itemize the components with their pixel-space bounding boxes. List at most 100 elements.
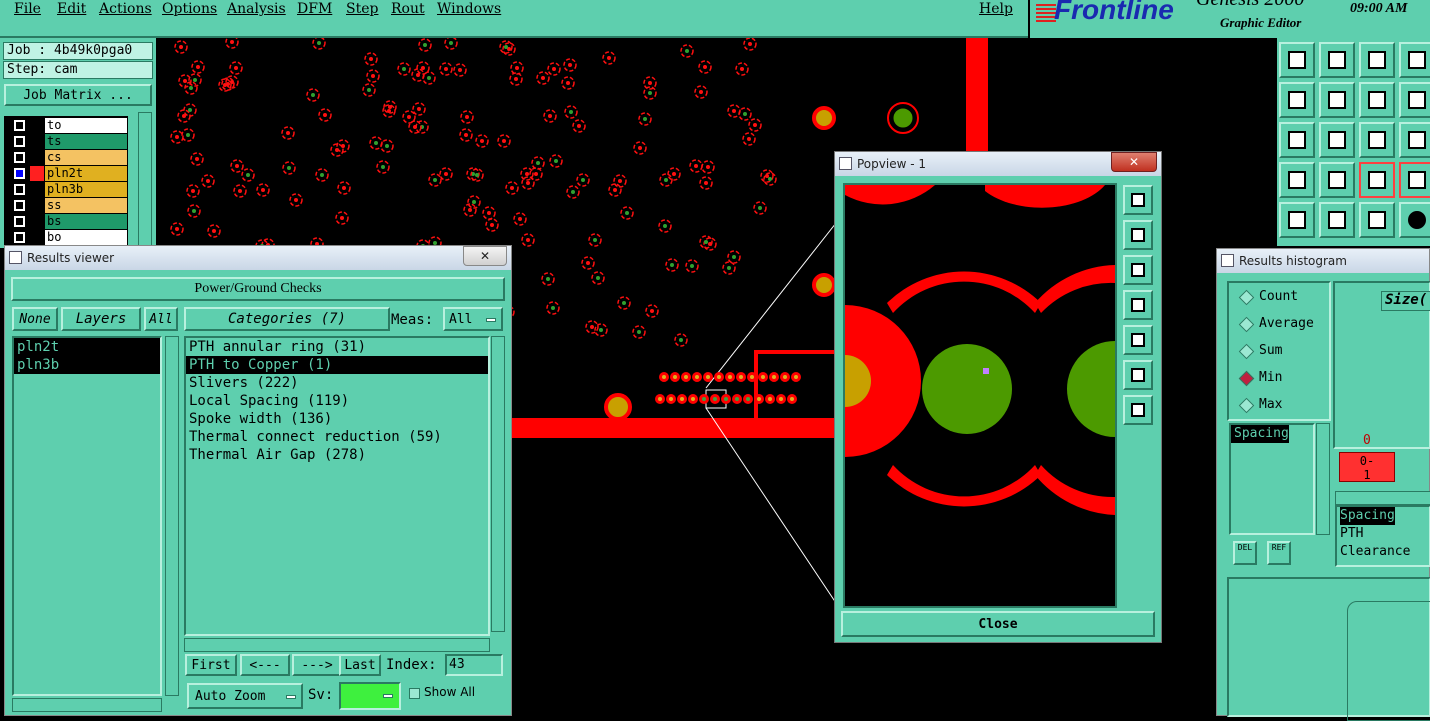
menu-file[interactable]: File [14, 1, 41, 17]
category-item[interactable]: Slivers (222) [186, 374, 488, 392]
pan-down-icon[interactable] [1123, 255, 1153, 285]
index-input[interactable]: 43 [445, 654, 503, 676]
layer-row[interactable]: to [12, 118, 127, 133]
category-item[interactable]: PTH annular ring (31) [186, 338, 488, 356]
ref-button[interactable]: REF [1267, 541, 1291, 565]
move-right-icon[interactable] [1319, 82, 1355, 118]
layer-row[interactable]: cs [12, 150, 127, 165]
popview-canvas[interactable] [843, 183, 1117, 608]
select-icon[interactable] [1319, 202, 1355, 238]
layer-checkbox[interactable] [14, 200, 25, 211]
ruler-icon[interactable] [1359, 202, 1395, 238]
layers-all-button[interactable]: All [144, 307, 178, 331]
menu-rout[interactable]: Rout [391, 1, 425, 17]
layer-row[interactable]: pln2t [12, 166, 127, 181]
categories-button[interactable]: Categories (7) [184, 307, 390, 331]
category-item[interactable]: PTH to Copper (1) [186, 356, 488, 374]
layer-row[interactable]: bo [12, 230, 127, 245]
layer-checkbox[interactable] [14, 232, 25, 243]
layer-row[interactable]: pln3b [12, 182, 127, 197]
popview-close-x[interactable]: ✕ [1111, 152, 1157, 172]
menu-analysis[interactable]: Analysis [227, 1, 286, 17]
help-icon[interactable] [1399, 122, 1430, 158]
home-icon[interactable] [1359, 42, 1395, 78]
layer-checkbox[interactable] [14, 136, 25, 147]
histogram-bin[interactable]: 0- 1 [1339, 452, 1395, 482]
check-name-header[interactable]: Power/Ground Checks [11, 277, 505, 301]
zoom-home-icon[interactable] [1123, 360, 1153, 390]
menu-help[interactable]: Help [979, 1, 1013, 17]
layer-list-scrollbar[interactable] [138, 112, 152, 248]
layer-checkbox[interactable] [14, 152, 25, 163]
scale-icon[interactable] [1359, 122, 1395, 158]
layer-checkbox[interactable] [14, 120, 25, 131]
prev-button[interactable]: <--- [240, 654, 290, 676]
layers-listbox-scrollbar[interactable] [165, 336, 179, 696]
category-item[interactable]: Local Spacing (119) [186, 392, 488, 410]
meas-dropdown[interactable]: All [443, 307, 503, 331]
category-item[interactable]: Thermal connect reduction (59) [186, 428, 488, 446]
histogram-list-item[interactable]: Spacing [1231, 425, 1289, 443]
rotate-icon[interactable] [1399, 82, 1430, 118]
layers-none-button[interactable]: None [12, 307, 58, 331]
popview-window: Popview - 1 ✕ Close [834, 151, 1162, 643]
menu-edit[interactable]: Edit [57, 1, 86, 17]
grid-icon[interactable] [1399, 42, 1430, 78]
zoom-fit-icon[interactable] [1279, 122, 1315, 158]
pan-up-icon[interactable] [1123, 220, 1153, 250]
pin-icon[interactable] [1319, 162, 1355, 198]
drc-icon[interactable] [1359, 162, 1395, 198]
histogram-list[interactable]: Spacing [1229, 423, 1315, 535]
next-button[interactable]: ---> [292, 654, 342, 676]
layers-listbox-hscroll[interactable] [12, 698, 162, 712]
show-all-checkbox[interactable] [409, 688, 420, 699]
sv-color-dropdown[interactable] [339, 682, 401, 710]
layer-checkbox[interactable] [14, 184, 25, 195]
move-down-icon[interactable] [1319, 42, 1355, 78]
del-button[interactable]: DEL [1233, 541, 1257, 565]
categories-listbox[interactable]: PTH annular ring (31) PTH to Copper (1) Sl… [184, 336, 490, 636]
zoom-in-icon[interactable] [1123, 185, 1153, 215]
move-up-icon[interactable] [1279, 42, 1315, 78]
pan-left-icon[interactable] [1123, 290, 1153, 320]
layer-checkbox[interactable] [14, 216, 25, 227]
layer-checkbox[interactable] [14, 168, 25, 179]
zoom-out-icon[interactable] [1123, 395, 1153, 425]
layer-row[interactable]: bs [12, 214, 127, 229]
histogram-plot: Size( [1333, 281, 1430, 449]
pan-right-icon[interactable] [1123, 325, 1153, 355]
dot-icon[interactable] [1399, 202, 1430, 238]
first-button[interactable]: First [185, 654, 237, 676]
histogram-list-scrollbar[interactable] [1316, 423, 1330, 535]
job-label: Job : 4b49k0pga0 [3, 42, 153, 60]
menu-step[interactable]: Step [346, 1, 378, 17]
layers-button[interactable]: Layers [61, 307, 141, 331]
drc2-icon[interactable] [1399, 162, 1430, 198]
move-left-icon[interactable] [1279, 82, 1315, 118]
categories-scrollbar[interactable] [491, 336, 505, 632]
categories-hscroll[interactable] [184, 638, 490, 652]
histogram-titlebar[interactable]: Results histogram [1217, 249, 1429, 273]
layer-row[interactable]: ss [12, 198, 127, 213]
job-matrix-button[interactable]: Job Matrix ... [4, 84, 152, 106]
results-viewer-titlebar[interactable]: Results viewer [5, 246, 511, 270]
popview-close-button[interactable]: Close [841, 611, 1155, 637]
layer-row[interactable]: ts [12, 134, 127, 149]
menu-windows[interactable]: Windows [437, 1, 501, 17]
auto-zoom-dropdown[interactable]: Auto Zoom [187, 683, 303, 709]
pad-icon[interactable] [1279, 202, 1315, 238]
category-item[interactable]: Thermal Air Gap (278) [186, 446, 488, 464]
mirror-icon[interactable] [1359, 82, 1395, 118]
menu-options[interactable]: Options [162, 1, 217, 17]
snap-icon[interactable] [1279, 162, 1315, 198]
layers-list-item[interactable]: pln2t [14, 338, 160, 356]
menu-dfm[interactable]: DFM [297, 1, 332, 17]
results-viewer-close-button[interactable]: ✕ [463, 246, 507, 266]
center-icon[interactable] [1319, 122, 1355, 158]
category-item[interactable]: Spoke width (136) [186, 410, 488, 428]
layers-listbox[interactable]: pln2t pln3b [12, 336, 162, 696]
layers-list-item[interactable]: pln3b [14, 356, 160, 374]
menu-actions[interactable]: Actions [99, 1, 152, 17]
last-button[interactable]: Last [339, 654, 381, 676]
histogram-hscroll[interactable] [1335, 491, 1430, 505]
